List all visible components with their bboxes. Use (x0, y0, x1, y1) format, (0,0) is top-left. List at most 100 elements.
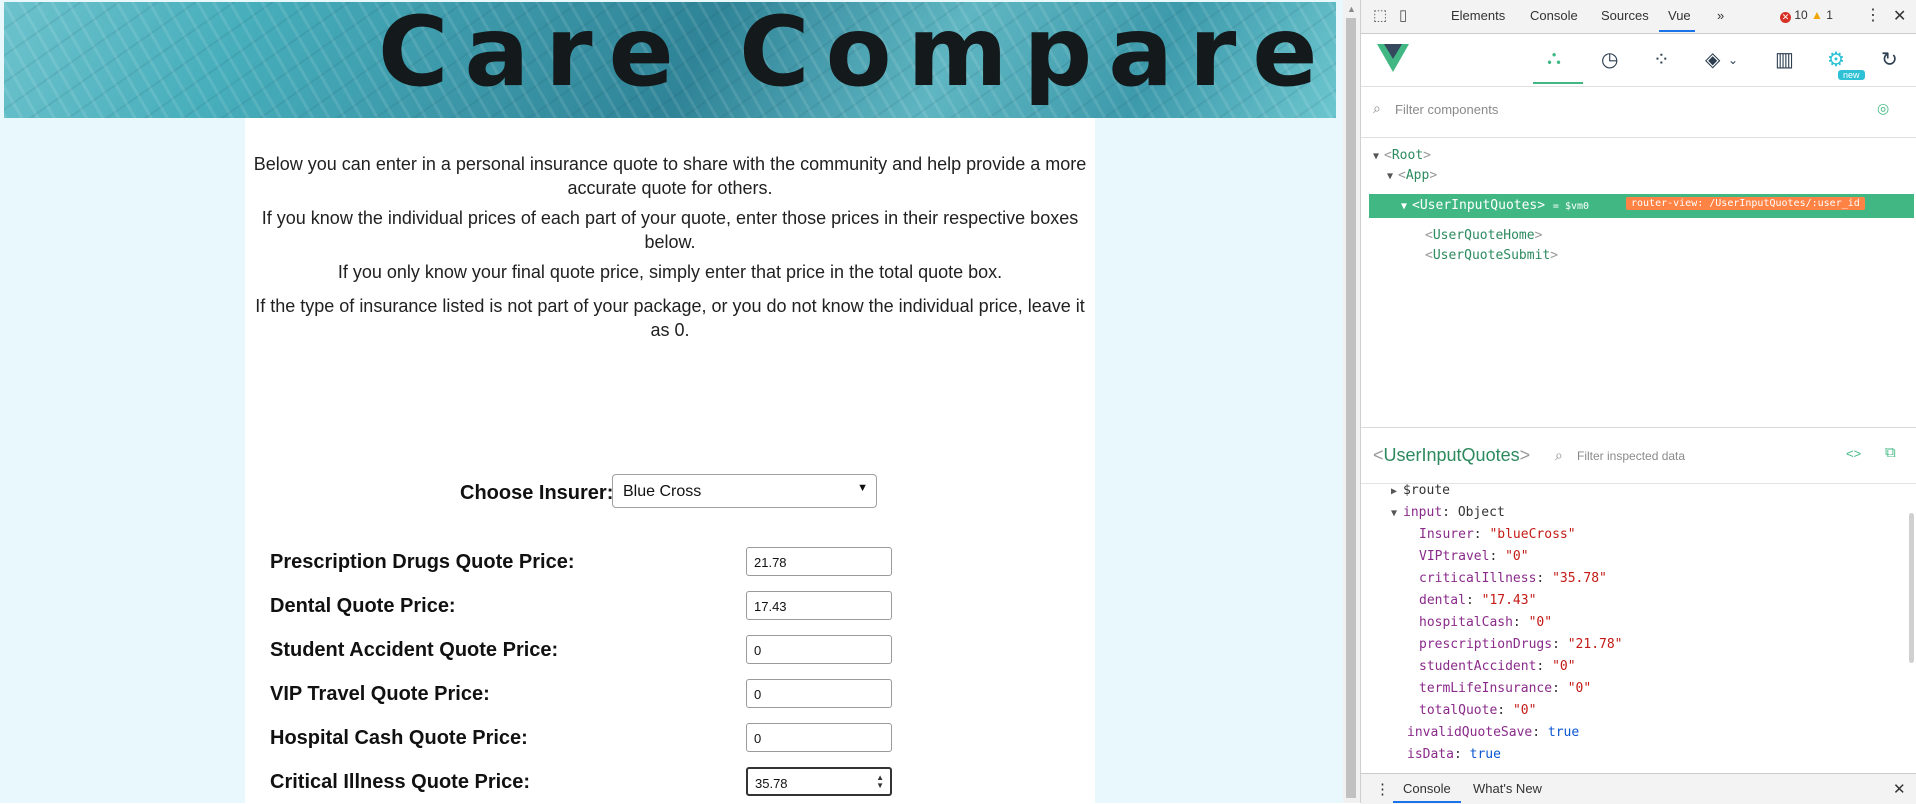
component-name: UserQuoteHome (1432, 228, 1535, 243)
refresh-icon[interactable]: ↻ (1881, 47, 1898, 72)
tab-elements[interactable]: Elements (1451, 8, 1505, 23)
component-filter-bar: ⌕ Filter components ◎ (1361, 87, 1916, 138)
dental-label: Dental Quote Price: (270, 595, 456, 617)
inspector-component-name: UserInputQuotes (1383, 445, 1520, 465)
intro-paragraph-4: If the type of insurance listed is not p… (245, 294, 1095, 342)
code-icon[interactable]: <> (1846, 446, 1861, 461)
expand-triangle-icon[interactable]: ▼ (1387, 171, 1393, 182)
insurer-selected-value: Blue Cross (623, 483, 702, 500)
student-accident-input[interactable]: 0 (746, 635, 892, 664)
state-key: totalQuote (1419, 703, 1498, 718)
intro-line: If the type of insurance listed is not p… (255, 296, 1085, 316)
vm-ref: = $vm0 (1552, 201, 1590, 212)
insurer-select[interactable]: Blue Cross ▼ (612, 474, 877, 508)
scrollbar-thumb[interactable] (1346, 18, 1356, 798)
hospital-cash-input[interactable]: 0 (746, 723, 892, 752)
tab-sources[interactable]: Sources (1601, 8, 1649, 23)
active-tool-indicator (1533, 82, 1583, 84)
settings-icon[interactable]: ⚙ (1827, 47, 1845, 72)
chevron-down-icon[interactable]: ⌄ (1728, 53, 1738, 67)
state-value: "0" (1528, 615, 1553, 630)
state-isdata-row: isData: true (1407, 747, 1501, 762)
state-value: "21.78" (1567, 637, 1623, 652)
intro-line: Below you can enter in a personal insura… (253, 154, 1087, 174)
expand-triangle-icon[interactable]: ▼ (1373, 151, 1379, 162)
insurer-label: Choose Insurer: (460, 482, 614, 504)
issues-badge[interactable]: ✕ 10 ▲ 1 (1780, 8, 1833, 23)
vip-travel-input[interactable]: 0 (746, 679, 892, 708)
devtools-panel: ⬚ ▯ Elements Console Sources Vue » ✕ 10 … (1360, 0, 1916, 804)
drawer-tab-console[interactable]: Console (1403, 781, 1451, 796)
inspector-title: <UserInputQuotes> (1373, 445, 1531, 465)
tree-node-userquotehome[interactable]: <UserQuoteHome> (1425, 228, 1542, 243)
critical-illness-label: Critical Illness Quote Price: (270, 771, 531, 793)
timeline-icon[interactable]: ◷ (1601, 47, 1618, 72)
component-name: UserQuoteSubmit (1432, 248, 1551, 263)
state-input-field-row: hospitalCash: "0" (1419, 615, 1553, 630)
expand-triangle-icon[interactable]: ▼ (1401, 201, 1407, 212)
state-key: prescriptionDrugs (1419, 637, 1553, 652)
vuex-icon[interactable]: ⁘ (1653, 47, 1670, 72)
state-key: criticalIllness (1419, 571, 1537, 586)
page-scrollbar[interactable]: ▲ (1343, 0, 1360, 803)
filter-components-input[interactable]: Filter components (1395, 102, 1498, 117)
open-in-editor-icon[interactable]: ⧉ (1885, 444, 1896, 461)
collapse-triangle-icon[interactable]: ▼ (1391, 508, 1397, 519)
input-value: 35.78 (755, 776, 788, 791)
expand-triangle-icon[interactable]: ▶ (1391, 486, 1397, 497)
site-title: Care Compare SK (378, 2, 1336, 108)
tree-node-userquotesubmit[interactable]: <UserQuoteSubmit> (1425, 248, 1558, 263)
warning-icon: ▲ (1811, 8, 1823, 22)
state-key: termLifeInsurance (1419, 681, 1553, 696)
state-value: "blueCross" (1489, 527, 1576, 542)
filter-inspected-data-input[interactable]: Filter inspected data (1577, 449, 1685, 463)
router-view-chip: router-view: /UserInputQuotes/:user_id (1626, 197, 1865, 210)
input-value: 17.43 (754, 599, 787, 614)
prescription-drugs-row: Prescription Drugs Quote Price: 21.78 (245, 547, 1095, 579)
state-value: "0" (1512, 703, 1537, 718)
inspect-element-icon[interactable]: ⬚ (1373, 6, 1387, 24)
close-devtools-icon[interactable]: ✕ (1893, 6, 1906, 26)
routing-icon[interactable]: ◈ (1705, 47, 1720, 72)
active-tab-indicator (1659, 30, 1695, 32)
drawer-menu-icon[interactable]: ⋮ (1375, 780, 1390, 798)
state-invalidquotesave-row: invalidQuoteSave: true (1407, 725, 1580, 740)
critical-illness-input[interactable]: 35.78 ▲ ▼ (746, 767, 892, 796)
state-key: dental (1419, 593, 1466, 608)
more-tabs-button[interactable]: » (1717, 8, 1724, 23)
tab-vue[interactable]: Vue (1668, 8, 1691, 23)
components-icon[interactable]: ⛬ (1547, 47, 1561, 70)
drawer-tab-whats-new[interactable]: What's New (1473, 781, 1542, 796)
state-input-field-row: Insurer: "blueCross" (1419, 527, 1576, 542)
student-accident-row: Student Accident Quote Price: 0 (245, 635, 1095, 667)
scroll-up-icon[interactable]: ▲ (1347, 4, 1356, 14)
state-value: "0" (1505, 549, 1529, 564)
tree-node-selected[interactable]: ▼ <UserInputQuotes> = $vm0 router-view: /… (1369, 194, 1914, 218)
student-accident-label: Student Accident Quote Price: (270, 639, 559, 661)
state-input-field-row: totalQuote: "0" (1419, 703, 1537, 718)
number-spinner-icon[interactable]: ▲ ▼ (876, 774, 884, 790)
performance-icon[interactable]: ▥ (1775, 47, 1794, 72)
kebab-menu-icon[interactable]: ⋮ (1865, 5, 1881, 25)
state-scrollbar[interactable] (1909, 513, 1914, 663)
intro-line: as 0. (650, 320, 690, 340)
state-route-row[interactable]: ▶ $route (1391, 483, 1450, 498)
close-drawer-icon[interactable]: ✕ (1893, 780, 1906, 798)
state-value: "0" (1567, 681, 1592, 696)
tree-node-root[interactable]: ▼ <Root> (1373, 148, 1431, 163)
state-input-field-row: dental: "17.43" (1419, 593, 1537, 608)
tree-node-app[interactable]: ▼ <App> (1387, 168, 1437, 183)
device-toolbar-icon[interactable]: ▯ (1399, 6, 1407, 24)
inspected-state: ▶ $route ▼ input: Object Insurer: "blueCro… (1361, 483, 1916, 773)
state-input-field-row: VIPtravel: "0" (1419, 549, 1529, 564)
vip-travel-row: VIP Travel Quote Price: 0 (245, 679, 1095, 711)
tab-console[interactable]: Console (1530, 8, 1578, 23)
state-input-row[interactable]: ▼ input: Object (1391, 505, 1505, 520)
prescription-drugs-input[interactable]: 21.78 (746, 547, 892, 576)
dental-input[interactable]: 17.43 (746, 591, 892, 620)
tree-node-userinputquotes: ▼ <UserInputQuotes> = $vm0 (1401, 198, 1590, 213)
intro-paragraph-1: Below you can enter in a personal insura… (245, 152, 1095, 200)
dental-row: Dental Quote Price: 17.43 (245, 591, 1095, 623)
vue-toolbar: ⛬ ◷ ⁘ ◈ ⌄ ▥ ⚙ new ↻ (1361, 34, 1916, 87)
select-component-icon[interactable]: ◎ (1877, 100, 1889, 117)
